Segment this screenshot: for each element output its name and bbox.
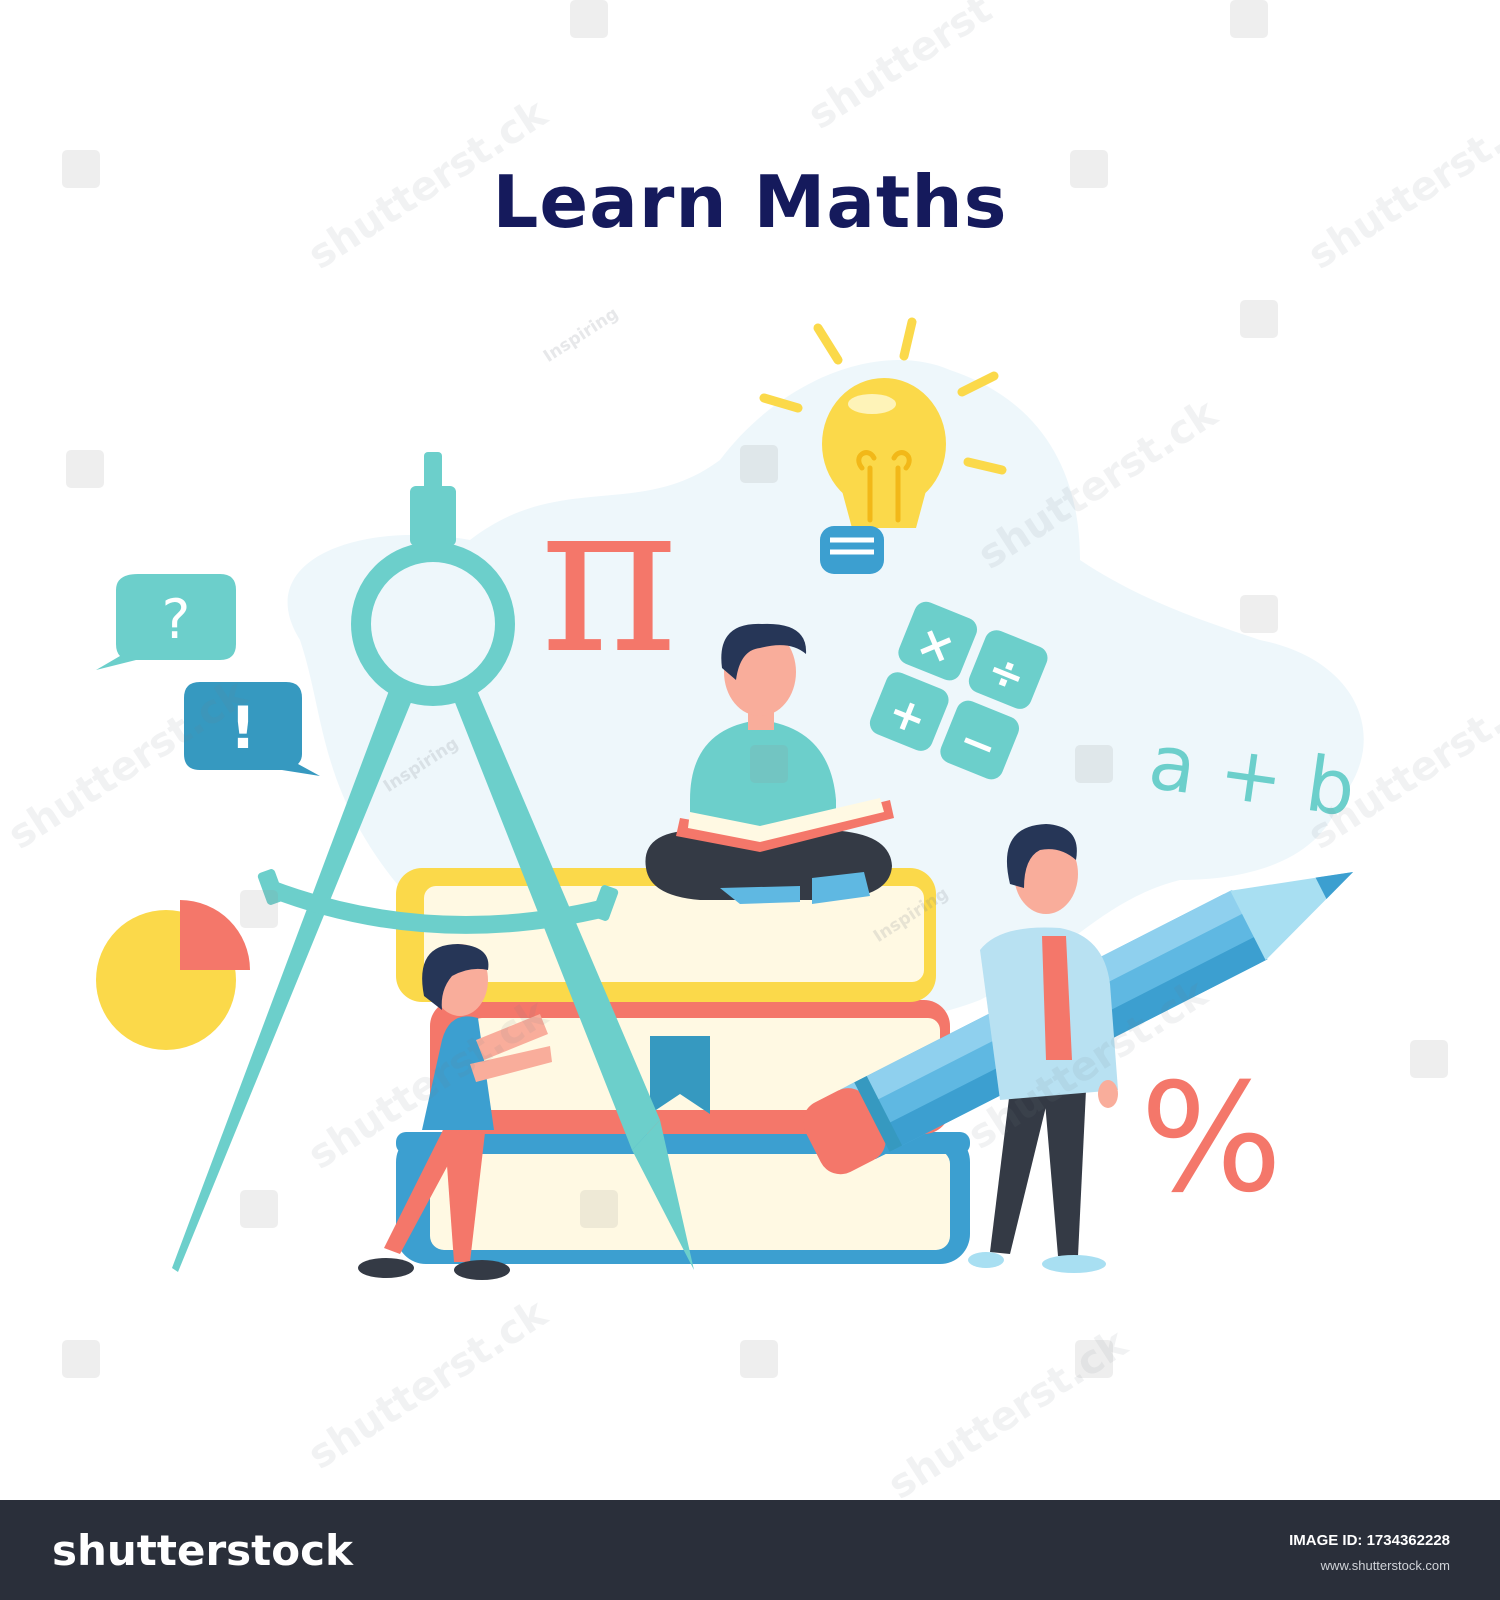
footer-url: www.shutterstock.com xyxy=(1320,1558,1450,1573)
pie-chart-icon xyxy=(96,900,250,1050)
question-bubble-icon: ? xyxy=(96,574,236,670)
svg-text:!: ! xyxy=(230,694,256,762)
svg-text:?: ? xyxy=(162,588,191,651)
pi-symbol: π xyxy=(540,455,678,700)
footer-bar: shutterstock IMAGE ID: 1734362228 www.sh… xyxy=(0,1500,1500,1600)
image-id-label: IMAGE ID: 1734362228 xyxy=(1289,1532,1450,1549)
footer-logo: shutterstock xyxy=(52,1526,353,1575)
exclamation-bubble-icon: ! xyxy=(184,682,320,776)
percent-symbol: % xyxy=(1140,1052,1283,1226)
page-title: Learn Maths xyxy=(492,160,1008,244)
